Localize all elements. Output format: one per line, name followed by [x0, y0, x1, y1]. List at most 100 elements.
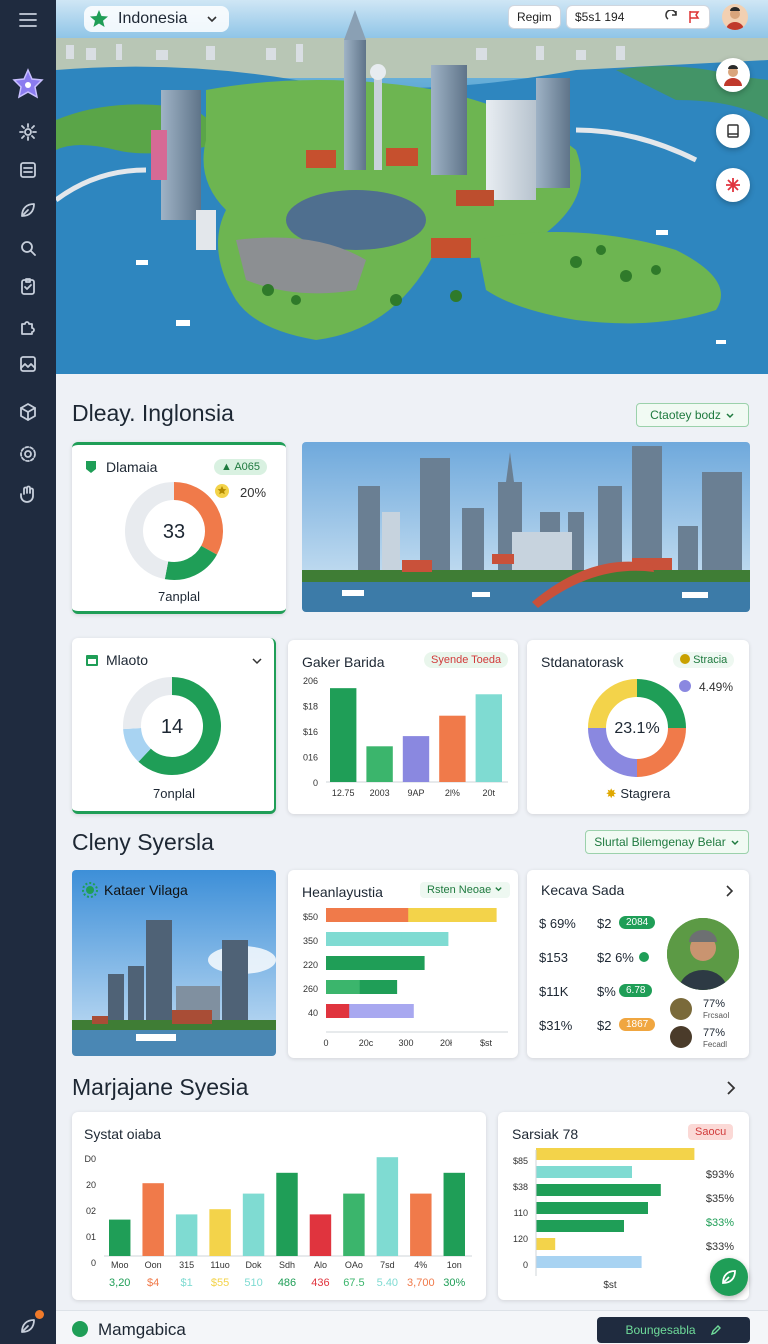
- x-tick-label: 20t: [483, 788, 496, 798]
- bar: [376, 1157, 399, 1256]
- magic-fab[interactable]: [716, 168, 750, 202]
- hand-icon[interactable]: [14, 480, 42, 508]
- cube-icon[interactable]: [14, 398, 42, 426]
- gear-icon[interactable]: [14, 440, 42, 468]
- clipboard-icon[interactable]: [14, 272, 42, 300]
- leaf-fab[interactable]: [710, 1258, 748, 1296]
- x-tick-label: 1on: [447, 1260, 462, 1270]
- bar: [402, 736, 430, 782]
- data-label: 3,700: [407, 1277, 435, 1289]
- y-tick-label: $16: [303, 727, 318, 737]
- user-avatar[interactable]: [722, 4, 748, 30]
- x-axis-label: $st: [603, 1280, 617, 1291]
- data-label: $55: [211, 1277, 229, 1289]
- row-value-b: $2 6%: [597, 950, 634, 965]
- x-tick-label: Alo: [314, 1260, 327, 1270]
- y-tick-label: 220: [303, 960, 318, 970]
- feather-icon[interactable]: [14, 1310, 44, 1340]
- section-title-3: Marjajane Syesia: [72, 1074, 249, 1100]
- x-tick-label: OAo: [345, 1260, 363, 1270]
- app-logo-icon[interactable]: [8, 66, 48, 102]
- calendar-icon: [86, 655, 98, 666]
- y-tick-label: 016: [303, 753, 318, 763]
- data-label: 486: [278, 1277, 296, 1289]
- card-gaker-barida[interactable]: Gaker Barida Syende Toeda 206 $18 $16 016 0 1…: [288, 640, 518, 814]
- x-tick-label: 0: [323, 1038, 328, 1048]
- bar: [175, 1214, 198, 1256]
- card-dlamaia[interactable]: Dlamaia ▲ A065 20% 33 7anplal: [72, 442, 286, 614]
- shield-icon: [86, 461, 96, 473]
- chevron-down-icon: [731, 840, 739, 846]
- sidebar: [0, 0, 56, 1344]
- bar: [536, 1148, 695, 1160]
- document-icon[interactable]: [14, 156, 42, 184]
- data-label: 30%: [443, 1277, 465, 1289]
- thumb-icon: [670, 1026, 692, 1048]
- x-tick-label: 4%: [414, 1260, 427, 1270]
- card-g-title: Kecava Sada: [541, 882, 625, 898]
- x-tick-label: 11uo: [210, 1260, 229, 1270]
- person-avatar-icon: [724, 65, 742, 86]
- chevron-right-icon[interactable]: [723, 884, 735, 898]
- card-f-title: Heanlayustia: [302, 884, 383, 900]
- x-tick-label: Moo: [111, 1260, 129, 1270]
- country-selector[interactable]: Indonesia: [84, 6, 230, 32]
- section2-filter-chip[interactable]: Slurtal Bilemgenay Belar: [585, 830, 749, 854]
- card-stdanatorask[interactable]: Stdanatorask Stracia 4.49% 23.1% ✸ Stagr…: [527, 640, 749, 814]
- leaf-icon[interactable]: [14, 196, 42, 224]
- status-dot-icon: [72, 1321, 88, 1337]
- chevron-right-icon[interactable]: [724, 1080, 738, 1096]
- y-tick-label: $38: [513, 1182, 528, 1192]
- card-i-badge: Saocu: [688, 1124, 734, 1140]
- menu-icon[interactable]: [14, 6, 42, 34]
- image-icon[interactable]: [14, 350, 42, 378]
- y-tick-label: 40: [308, 1008, 318, 1018]
- search-icon[interactable]: [14, 234, 42, 262]
- row-value-a: $11K: [539, 984, 569, 999]
- x-tick-label: Dok: [246, 1260, 263, 1270]
- card-b-center-value: 14: [160, 716, 184, 738]
- card-sarsiak[interactable]: Sarsiak 78 Saocu $85 $38 110 120 0 $93% $35% $3…: [498, 1112, 749, 1300]
- puzzle-icon[interactable]: [14, 312, 42, 340]
- section1-filter-chip[interactable]: Ctaotey bodz: [636, 403, 749, 427]
- data-label: $1: [181, 1277, 193, 1289]
- flag-icon[interactable]: [687, 10, 701, 24]
- card-f-badge[interactable]: Rsten Neoae: [420, 882, 511, 898]
- row-value-a: $31%: [539, 1018, 573, 1033]
- card-kataer-vilaga[interactable]: Kataer Vilaga: [72, 870, 276, 1056]
- bar: [410, 1193, 432, 1256]
- price-field[interactable]: $5s1 194: [566, 5, 710, 29]
- bar: [536, 1166, 632, 1178]
- card-a-caption: 7anplal: [158, 589, 200, 604]
- refresh-icon[interactable]: [665, 10, 679, 24]
- card-heanlayustia[interactable]: Heanlayustia Rsten Neoae $50 350 220 260 40 0…: [288, 870, 518, 1058]
- chevron-down-icon[interactable]: [250, 654, 264, 668]
- x-tick-label: 315: [179, 1260, 194, 1270]
- settings-icon[interactable]: [14, 118, 42, 146]
- bar: [309, 1214, 332, 1256]
- y-tick-label: 0: [523, 1260, 528, 1270]
- card-kecava-sada[interactable]: Kecava Sada $ 69% $2 2084 $153 $2 6% $11K $% 6.…: [527, 870, 749, 1058]
- pen-icon: [710, 1325, 721, 1336]
- y-tick-label: 206: [303, 676, 318, 686]
- data-label: 436: [311, 1277, 329, 1289]
- skyline-photo: [302, 442, 750, 612]
- y-tick-label: 120: [513, 1234, 528, 1244]
- row-tag: 2084: [619, 916, 656, 929]
- card-systat-oiaba[interactable]: Systat oiaba D0 20 02 01 0 Moo 3,20 Oon $4 315 $1 1…: [72, 1112, 486, 1300]
- profile-fab[interactable]: [716, 58, 750, 92]
- chevron-down-icon: [495, 887, 502, 892]
- data-label: 67.5: [343, 1277, 364, 1289]
- bookmark-fab[interactable]: [716, 114, 750, 148]
- top-bar: Indonesia Regim $5s1 194: [56, 0, 768, 34]
- region-button[interactable]: Regim: [508, 5, 561, 29]
- card-e-title: Kataer Vilaga: [104, 882, 188, 898]
- card-c-badge: Syende Toeda: [424, 652, 509, 668]
- card-a-title: Dlamaia: [106, 459, 158, 475]
- y-tick-label: 350: [303, 936, 318, 946]
- x-tick-label: 300: [398, 1038, 413, 1048]
- footer-action-button[interactable]: Boungesabla: [597, 1317, 750, 1343]
- section2-chip-label: Slurtal Bilemgenay Belar: [594, 835, 726, 849]
- card-mlaoto[interactable]: Mlaoto 14 7onplal: [72, 638, 276, 814]
- chevron-down-icon: [726, 413, 734, 419]
